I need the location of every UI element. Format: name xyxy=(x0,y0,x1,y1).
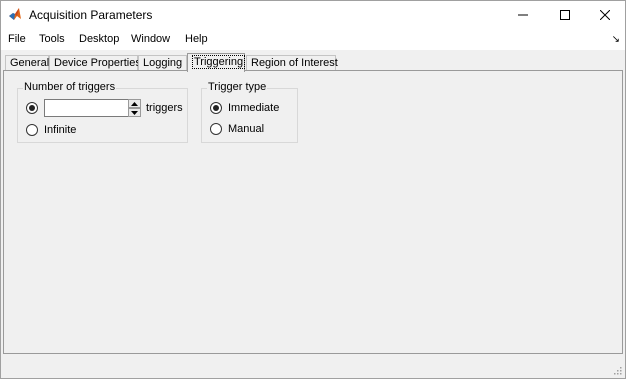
stepper-up-button[interactable] xyxy=(128,99,141,108)
number-of-triggers-group: Number of triggers 1 triggers Infinite xyxy=(17,81,188,143)
manual-label: Manual xyxy=(228,123,265,135)
chevron-up-icon xyxy=(131,101,138,106)
minimize-button[interactable] xyxy=(501,1,545,29)
infinite-label: Infinite xyxy=(44,124,77,136)
tab-general[interactable]: General xyxy=(5,55,49,71)
tab-device-properties-label: Device Properties xyxy=(54,57,141,69)
tab-general-label: General xyxy=(10,57,50,69)
chevron-down-icon xyxy=(131,110,138,115)
trigger-count-stepper xyxy=(128,99,141,117)
menu-file[interactable]: File xyxy=(8,33,26,45)
title-bar: Acquisition Parameters xyxy=(1,1,625,29)
trigger-type-group: Trigger type Immediate Manual xyxy=(201,81,298,143)
tab-device-properties[interactable]: Device Properties xyxy=(49,55,141,71)
triggering-panel: Number of triggers 1 triggers Infinite T… xyxy=(3,70,623,354)
menu-help[interactable]: Help xyxy=(185,33,208,45)
triggers-suffix-label: triggers xyxy=(146,102,183,114)
menu-bar: File Tools Desktop Window Help ↘ xyxy=(1,29,625,50)
matlab-icon xyxy=(9,8,21,20)
minimize-icon xyxy=(518,14,528,16)
trigger-type-title: Trigger type xyxy=(207,81,268,93)
number-of-triggers-title: Number of triggers xyxy=(23,81,117,93)
close-icon xyxy=(600,10,610,20)
window-title: Acquisition Parameters xyxy=(29,8,153,22)
tab-strip: General Device Properties Logging Trigge… xyxy=(1,53,625,72)
dock-arrow-icon[interactable]: ↘ xyxy=(612,34,620,45)
menu-tools[interactable]: Tools xyxy=(39,33,65,45)
tab-region-of-interest[interactable]: Region of Interest xyxy=(246,55,338,71)
tab-logging[interactable]: Logging xyxy=(138,55,187,71)
immediate-label: Immediate xyxy=(228,102,280,114)
maximize-icon xyxy=(560,10,570,20)
trigger-count-radio[interactable] xyxy=(26,102,38,114)
menu-desktop[interactable]: Desktop xyxy=(79,33,119,45)
tab-logging-label: Logging xyxy=(143,57,183,69)
menu-window[interactable]: Window xyxy=(131,33,170,45)
manual-radio[interactable] xyxy=(210,123,222,135)
tab-region-of-interest-label: Region of Interest xyxy=(251,57,338,69)
tab-triggering-label: Triggering xyxy=(192,55,246,69)
close-button[interactable] xyxy=(583,1,626,29)
acquisition-parameters-window: Acquisition Parameters File Tools Deskto… xyxy=(0,0,626,379)
immediate-radio[interactable] xyxy=(210,102,222,114)
resize-grip-icon[interactable] xyxy=(612,365,622,375)
stepper-down-button[interactable] xyxy=(128,108,141,117)
infinite-triggers-radio[interactable] xyxy=(26,124,38,136)
maximize-button[interactable] xyxy=(543,1,587,29)
tab-triggering[interactable]: Triggering xyxy=(187,53,246,72)
trigger-count-input[interactable]: 1 xyxy=(44,99,140,117)
